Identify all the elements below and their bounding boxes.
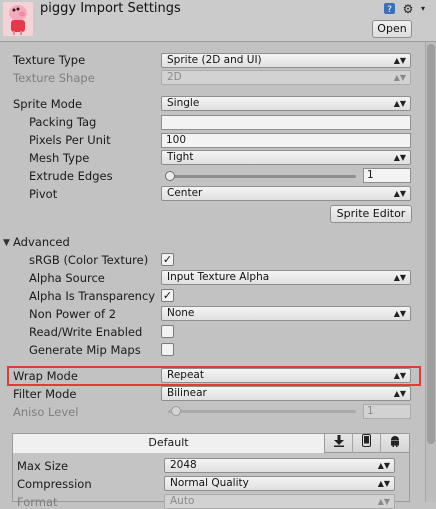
dropdown-arrow-icon: ▲▼: [393, 309, 406, 318]
generate-mip-maps-label: Generate Mip Maps: [29, 343, 141, 357]
dropdown-arrow-icon: ▲▼: [393, 99, 406, 108]
mesh-type-dropdown[interactable]: Tight ▲▼: [161, 150, 411, 165]
srgb-checkbox[interactable]: ✓: [161, 253, 174, 266]
platform-tabs: Default: [13, 434, 409, 453]
sprite-mode-dropdown[interactable]: Single ▲▼: [161, 96, 411, 111]
alpha-source-value: Input Texture Alpha: [167, 271, 270, 283]
generate-mip-maps-checkbox[interactable]: [161, 343, 174, 356]
platform-settings-panel: Default Max Size 2048 ▲▼ Compression Nor…: [12, 433, 410, 509]
gear-dropdown-icon[interactable]: ▾: [416, 2, 430, 16]
dropdown-arrow-icon: ▲▼: [377, 461, 390, 470]
max-size-label: Max Size: [17, 459, 69, 473]
gear-icon[interactable]: ⚙: [401, 2, 415, 16]
format-label: Format: [17, 495, 58, 509]
srgb-label: sRGB (Color Texture): [29, 253, 149, 267]
sprite-mode-value: Single: [167, 97, 200, 109]
dropdown-arrow-icon: ▲▼: [377, 479, 390, 488]
dropdown-arrow-icon: ▲▼: [393, 73, 406, 82]
svg-text:?: ?: [387, 5, 392, 15]
compression-dropdown[interactable]: Normal Quality ▲▼: [164, 476, 395, 491]
max-size-value: 2048: [170, 459, 197, 471]
non-power-of-2-dropdown[interactable]: None ▲▼: [161, 306, 411, 321]
dropdown-arrow-icon: ▲▼: [393, 56, 406, 65]
packing-tag-label: Packing Tag: [29, 115, 97, 129]
non-power-of-2-label: Non Power of 2: [29, 307, 117, 321]
wrap-mode-highlight-box: [7, 366, 421, 386]
alpha-is-transparency-label: Alpha Is Transparency: [29, 289, 156, 303]
pixels-per-unit-input[interactable]: 100: [161, 133, 411, 148]
inspector-header: piggy Import Settings ? ⚙ ▾ Open: [0, 0, 436, 42]
texture-shape-value: 2D: [167, 71, 182, 83]
sprite-thumbnail: [3, 2, 33, 36]
sprite-mode-label: Sprite Mode: [13, 97, 83, 111]
phone-icon[interactable]: [353, 434, 381, 453]
read-write-checkbox[interactable]: [161, 325, 174, 338]
aniso-level-slider: [168, 410, 356, 413]
filter-mode-label: Filter Mode: [13, 387, 77, 401]
aniso-level-label: Aniso Level: [13, 405, 79, 419]
sprite-editor-button[interactable]: Sprite Editor: [330, 205, 412, 223]
non-power-of-2-value: None: [167, 307, 195, 319]
aniso-level-input: 1: [363, 404, 411, 419]
advanced-foldout-icon[interactable]: ▼: [3, 238, 10, 248]
android-icon[interactable]: [381, 434, 409, 453]
max-size-dropdown[interactable]: 2048 ▲▼: [164, 458, 395, 473]
book-help-icon[interactable]: ?: [382, 2, 396, 16]
format-value: Auto: [170, 495, 195, 507]
extrude-edges-slider-knob[interactable]: [165, 171, 175, 181]
dropdown-arrow-icon: ▲▼: [393, 273, 406, 282]
alpha-is-transparency-checkbox[interactable]: ✓: [161, 289, 174, 302]
pivot-value: Center: [167, 187, 203, 199]
mesh-type-value: Tight: [167, 151, 194, 163]
inspector-scrollbar[interactable]: [425, 42, 436, 502]
extrude-edges-label: Extrude Edges: [29, 169, 113, 183]
extrude-edges-slider[interactable]: [168, 175, 356, 178]
texture-shape-label: Texture Shape: [13, 71, 95, 85]
mesh-type-label: Mesh Type: [29, 151, 90, 165]
pixels-per-unit-label: Pixels Per Unit: [29, 133, 111, 147]
texture-type-value: Sprite (2D and UI): [167, 54, 262, 66]
compression-label: Compression: [17, 477, 92, 491]
dropdown-arrow-icon: ▲▼: [393, 153, 406, 162]
dropdown-arrow-icon: ▲▼: [393, 389, 406, 398]
read-write-label: Read/Write Enabled: [29, 325, 143, 339]
extrude-edges-input[interactable]: 1: [363, 168, 411, 183]
download-icon[interactable]: [325, 434, 353, 453]
packing-tag-input[interactable]: [161, 115, 411, 130]
alpha-source-dropdown[interactable]: Input Texture Alpha ▲▼: [161, 270, 411, 285]
aniso-level-slider-knob: [171, 406, 181, 416]
open-button[interactable]: Open: [372, 20, 412, 38]
alpha-source-label: Alpha Source: [29, 271, 105, 285]
pivot-label: Pivot: [29, 187, 58, 201]
tab-default[interactable]: Default: [13, 434, 325, 453]
texture-type-dropdown[interactable]: Sprite (2D and UI) ▲▼: [161, 53, 411, 68]
scrollbar-thumb[interactable]: [427, 44, 435, 444]
filter-mode-dropdown[interactable]: Bilinear ▲▼: [161, 386, 411, 401]
dropdown-arrow-icon: ▲▼: [393, 189, 406, 198]
pivot-dropdown[interactable]: Center ▲▼: [161, 186, 411, 201]
advanced-foldout-label[interactable]: Advanced: [13, 235, 70, 249]
texture-type-label: Texture Type: [13, 53, 86, 67]
texture-shape-dropdown: 2D ▲▼: [161, 70, 411, 85]
filter-mode-value: Bilinear: [167, 387, 207, 399]
compression-value: Normal Quality: [170, 477, 249, 489]
inspector-title: piggy Import Settings: [40, 1, 181, 16]
